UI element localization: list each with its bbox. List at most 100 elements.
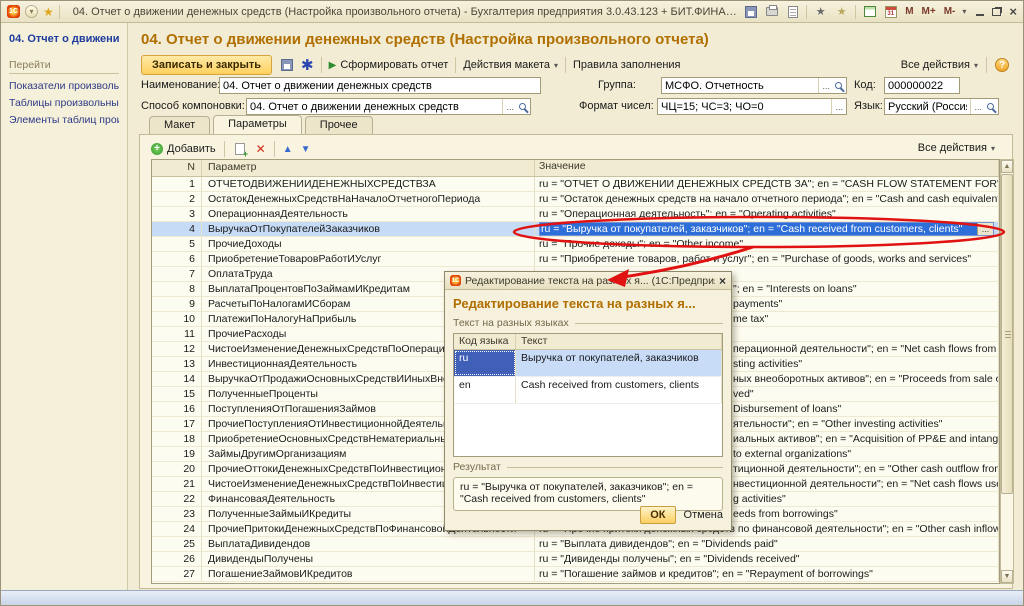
memory-m-minus-button[interactable]: M-: [943, 6, 957, 17]
main-menu-button[interactable]: ▾: [25, 5, 38, 18]
print-preview-icon[interactable]: [785, 5, 800, 19]
value-inline-editor[interactable]: ru = "Выручка от покупателей, заказчиков…: [539, 222, 994, 236]
name-input[interactable]: [220, 80, 540, 92]
sidebar-nav-item[interactable]: Показатели произвольны...: [9, 80, 119, 92]
column-header-param[interactable]: Параметр: [202, 160, 535, 176]
language-lookup-icon[interactable]: [987, 103, 994, 110]
favorites-star-icon[interactable]: ★: [43, 6, 54, 18]
row-value-cell: ru = "Прочие доходы"; en = "Other income…: [535, 237, 999, 251]
window-title: 04. Отчет о движении денежных средств (Н…: [65, 6, 738, 18]
number-format-field[interactable]: ...: [657, 98, 847, 115]
group-lookup-icon[interactable]: [835, 82, 842, 89]
customize-toolbar-chevron-icon[interactable]: ▾: [962, 7, 966, 16]
list-toolbar: + Добавить ✕ ▲ ▼: [151, 140, 863, 158]
fill-rules-button[interactable]: Правила заполнения: [573, 59, 681, 71]
vertical-scrollbar[interactable]: ▲ ▼: [1000, 159, 1014, 584]
group-field[interactable]: ...: [661, 77, 847, 94]
cancel-button[interactable]: Отмена: [684, 509, 723, 521]
scrollbar-thumb[interactable]: [1001, 174, 1013, 494]
language-code-cell: en: [454, 377, 516, 403]
table-row[interactable]: 6ПриобретениеТоваровРаботИУслугru = "При…: [152, 252, 999, 267]
generate-report-button[interactable]: ▶ Сформировать отчет: [329, 59, 449, 71]
save-and-close-button[interactable]: Записать и закрыть: [141, 55, 272, 75]
ok-button[interactable]: ОК: [640, 506, 675, 524]
minimize-button[interactable]: [976, 14, 984, 16]
tab-Макет[interactable]: Макет: [149, 116, 210, 134]
language-text-cell: Cash received from customers, clients: [516, 377, 722, 403]
all-actions-menu[interactable]: Все действия ▾: [901, 59, 978, 71]
language-ellipsis-button[interactable]: ...: [970, 99, 985, 114]
table-row[interactable]: 3ОперационнаяДеятельностьru = "Операцион…: [152, 207, 999, 222]
group-input[interactable]: [662, 80, 818, 92]
edit-text-dialog: 1C Редактирование текста на разных я... …: [444, 271, 732, 531]
calendar-icon[interactable]: 31: [883, 5, 898, 19]
table-row[interactable]: 2ОстатокДенежныхСредствНаНачалоОтчетного…: [152, 192, 999, 207]
composition-lookup-icon[interactable]: [519, 103, 526, 110]
calculator-icon[interactable]: [862, 5, 877, 19]
value-ellipsis-button[interactable]: ...: [977, 223, 993, 235]
composition-ellipsis-button[interactable]: ...: [502, 99, 517, 114]
language-code-cell: ru: [454, 350, 516, 376]
show-favorites-icon[interactable]: ★: [834, 5, 849, 19]
list-all-actions-menu[interactable]: Все действия ▾: [918, 142, 995, 154]
tab-Параметры[interactable]: Параметры: [213, 115, 302, 134]
copy-row-button[interactable]: [233, 142, 248, 156]
print-icon[interactable]: [764, 5, 779, 19]
format-ellipsis-button[interactable]: ...: [831, 99, 846, 114]
titlebar-service-icons: ★ ★ 31 M M+ M- ▾ ×: [743, 5, 1017, 19]
dialog-close-icon[interactable]: ×: [719, 274, 726, 288]
move-down-button[interactable]: ▼: [301, 144, 311, 155]
composition-field[interactable]: ...: [246, 98, 531, 115]
delete-row-button[interactable]: ✕: [256, 142, 266, 156]
column-header-n[interactable]: N: [152, 160, 202, 176]
scroll-down-icon[interactable]: ▼: [1001, 570, 1013, 583]
row-number-cell: 22: [152, 492, 202, 506]
code-field[interactable]: [884, 77, 960, 94]
scroll-up-icon[interactable]: ▲: [1001, 160, 1013, 173]
restore-button[interactable]: [992, 8, 1001, 16]
memory-m-plus-button[interactable]: M+: [921, 6, 937, 17]
sidebar-nav-item[interactable]: Элементы таблиц произв...: [9, 114, 119, 126]
name-field[interactable]: [219, 77, 541, 94]
add-favorite-icon[interactable]: ★: [813, 5, 828, 19]
layout-actions-menu[interactable]: Действия макета ▾: [463, 59, 558, 71]
column-header-lang-text[interactable]: Текст: [516, 334, 722, 349]
close-button[interactable]: ×: [1009, 6, 1017, 18]
table-row[interactable]: 27ПогашениеЗаймовИКредитовru = "Погашени…: [152, 567, 999, 582]
code-input[interactable]: [885, 80, 959, 92]
move-up-button[interactable]: ▲: [283, 144, 293, 155]
row-value-cell: ru = "Погашение займов и кредитов"; en =…: [535, 567, 999, 581]
row-number-cell: 4: [152, 222, 202, 236]
table-row[interactable]: 5ПрочиеДоходыru = "Прочие доходы"; en = …: [152, 237, 999, 252]
number-format-input[interactable]: [658, 101, 831, 113]
language-input[interactable]: [885, 101, 970, 113]
language-row[interactable]: enCash received from customers, clients: [454, 377, 722, 404]
language-row[interactable]: ruВыручка от покупателей, заказчиков: [454, 350, 722, 377]
table-row[interactable]: 26ДивидендыПолученыru = "Дивиденды получ…: [152, 552, 999, 567]
group-ellipsis-button[interactable]: ...: [818, 78, 833, 93]
table-row[interactable]: 4ВыручкаОтПокупателейЗаказчиковru = "Выр…: [152, 222, 999, 237]
language-field[interactable]: ...: [884, 98, 999, 115]
magic-refresh-icon[interactable]: ✱: [301, 56, 314, 74]
form-toolbar: Записать и закрыть ✱ ▶ Сформировать отче…: [141, 53, 1009, 77]
tab-Прочее[interactable]: Прочее: [305, 116, 373, 134]
table-row[interactable]: 25ВыплатаДивидендовru = "Выплата дивиден…: [152, 537, 999, 552]
column-header-value[interactable]: Значение: [535, 160, 999, 176]
row-value-cell: ru = "Приобретение товаров, работ и услу…: [535, 252, 999, 266]
sidebar-nav-item[interactable]: Таблицы произвольных о...: [9, 97, 119, 109]
memory-m-button[interactable]: M: [904, 6, 914, 17]
composition-input[interactable]: [247, 101, 502, 113]
column-header-lang-code[interactable]: Код языка: [454, 334, 516, 349]
row-number-cell: 10: [152, 312, 202, 326]
help-button[interactable]: ?: [995, 58, 1009, 72]
add-row-button[interactable]: + Добавить: [151, 143, 216, 155]
value-text: ru = "Погашение займов и кредитов"; en =…: [539, 568, 873, 580]
row-number-cell: 8: [152, 282, 202, 296]
language-label: Язык:: [854, 98, 883, 115]
toolbar-divider: [455, 57, 456, 73]
app-logo-icon: 1C: [450, 275, 461, 286]
table-row[interactable]: 1ОТЧЕТОДВИЖЕНИИДЕНЕЖНЫХСРЕДСТВЗАru = "ОТ…: [152, 177, 999, 192]
save-icon[interactable]: [743, 5, 758, 19]
row-value-cell: ru = "Остаток денежных средств на начало…: [535, 192, 999, 206]
save-icon[interactable]: [279, 58, 294, 72]
